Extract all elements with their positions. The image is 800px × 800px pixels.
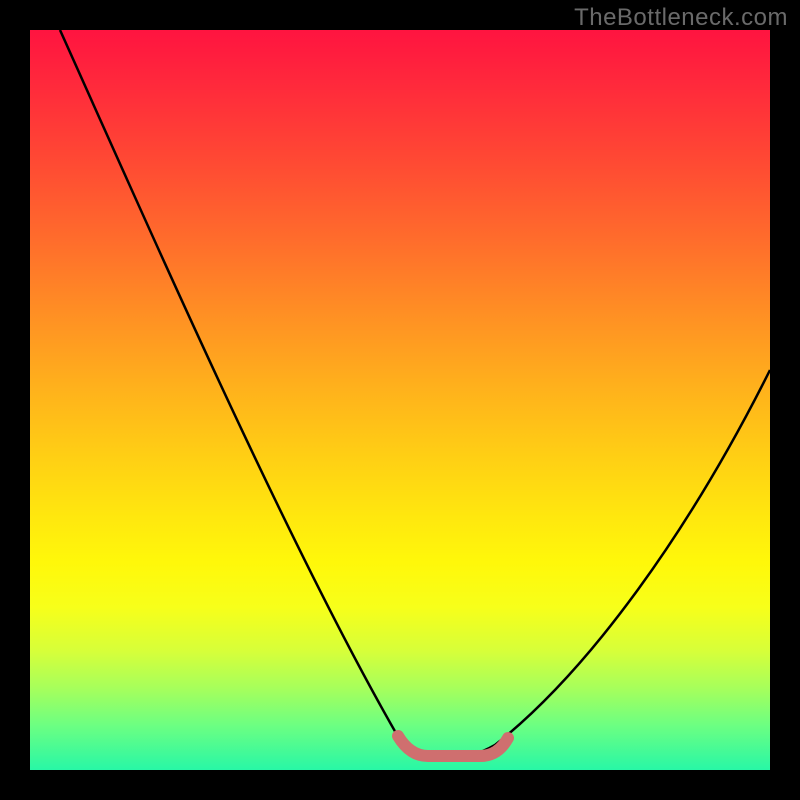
bottleneck-curve-svg	[30, 30, 770, 770]
plot-area	[30, 30, 770, 770]
chart-frame: TheBottleneck.com	[0, 0, 800, 800]
bottleneck-curve	[60, 30, 770, 759]
watermark-text: TheBottleneck.com	[574, 4, 788, 32]
